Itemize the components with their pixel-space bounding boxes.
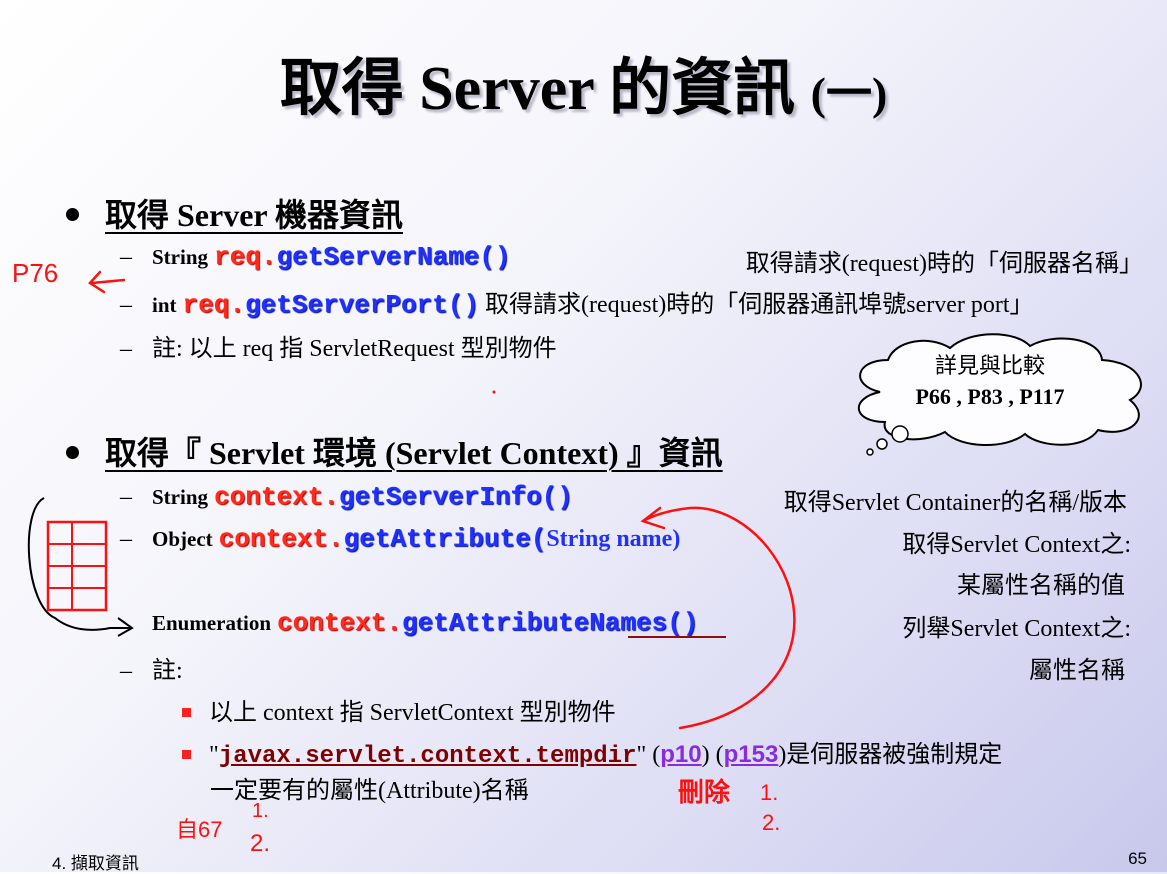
handwritten-left-2: 2. — [250, 830, 271, 857]
handwritten-left-1: 1. — [252, 800, 269, 822]
handwritten-delete: 刪除 — [678, 777, 731, 807]
handwritten-del-1: 1. — [760, 780, 779, 805]
handwritten-del-2: 2. — [762, 810, 781, 835]
handwritten-left: 自67 — [176, 817, 223, 842]
footer-page-number: 65 — [1128, 849, 1147, 868]
footer-chapter: 4. 擷取資訊 — [52, 854, 139, 873]
ink-annotations — [27, 270, 796, 730]
handwritten-p76: P76 — [12, 258, 59, 288]
